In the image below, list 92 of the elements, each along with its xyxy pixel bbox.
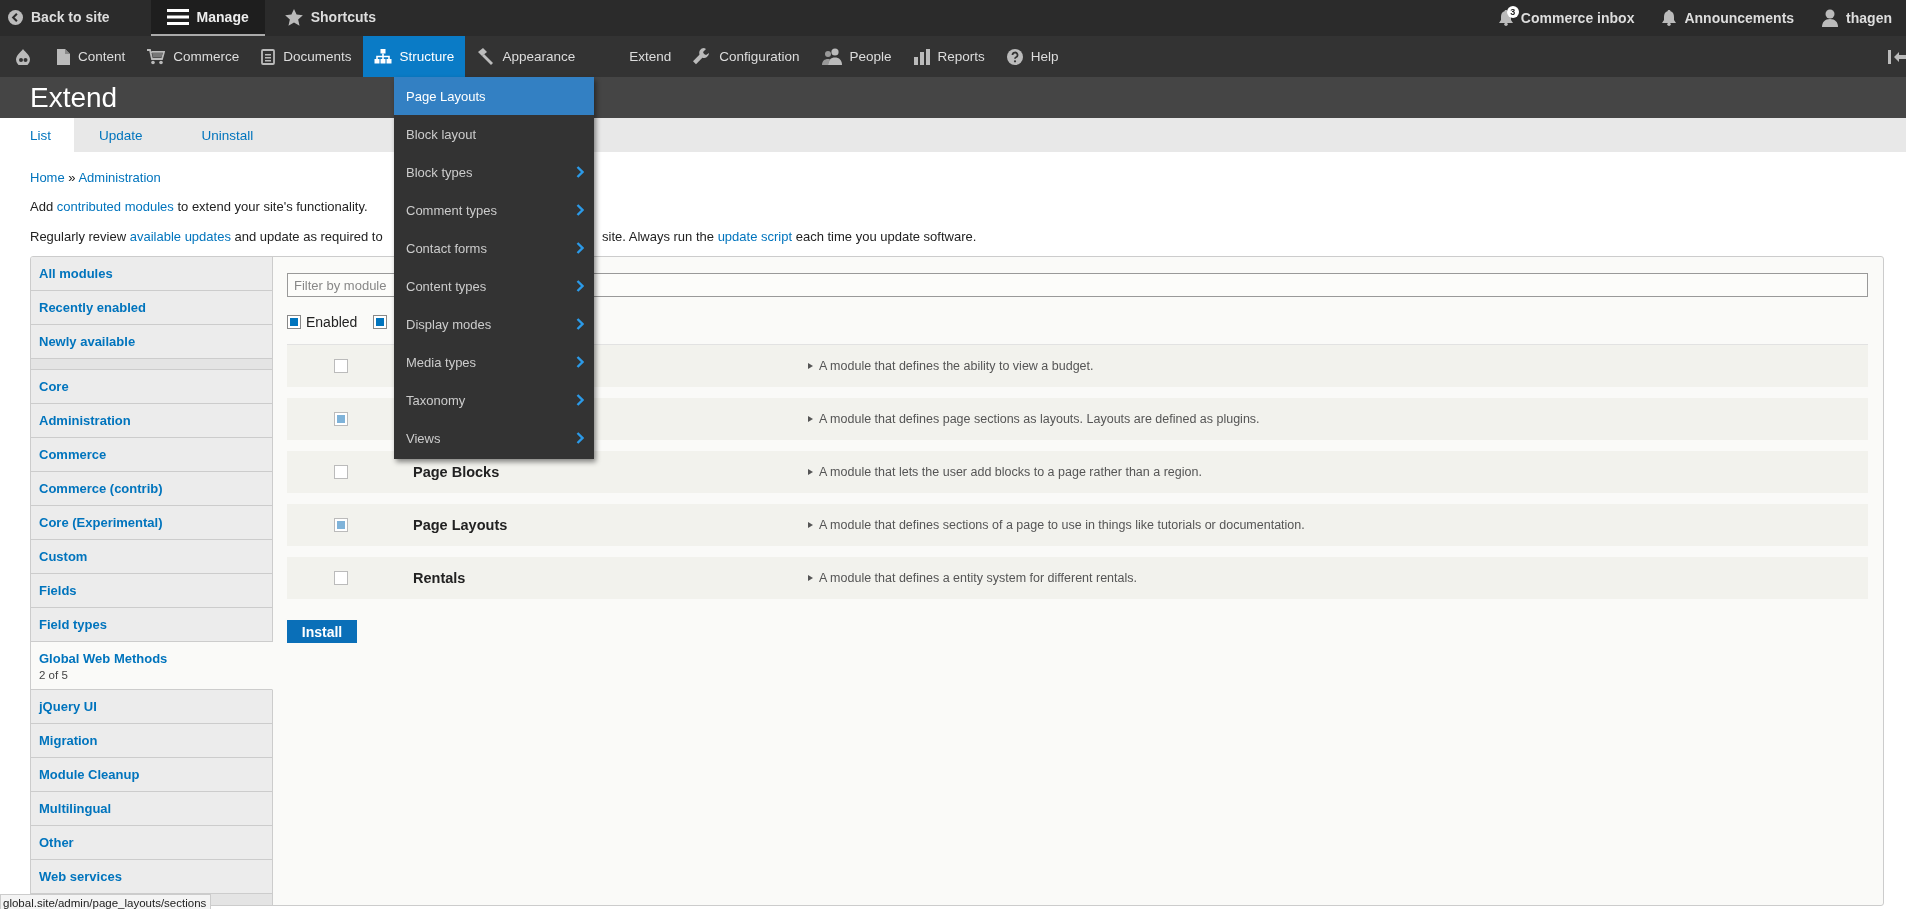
menu-item[interactable]: Page Layouts xyxy=(394,77,594,115)
module-name: Page Layouts xyxy=(413,517,509,533)
status-url: global.site/admin/page_layouts/sections xyxy=(0,894,212,909)
bar-chart-icon xyxy=(913,48,930,65)
menu-item[interactable]: Contact forms xyxy=(394,229,594,267)
toolbar-tab[interactable]: Shortcuts xyxy=(276,0,390,36)
breadcrumb: Home » Administration xyxy=(30,169,161,187)
checkbox[interactable] xyxy=(287,315,301,329)
intro-text: Add contributed modules to extend your site's functionality. xyxy=(30,198,368,216)
help-icon xyxy=(1006,48,1023,65)
toolbar-link[interactable]: 3 Commerce inbox xyxy=(1484,0,1649,36)
module-name: Page Blocks xyxy=(413,464,501,480)
module-description: A module that defines the ability to view a budget. xyxy=(819,359,1094,373)
text-link[interactable]: Administration xyxy=(78,170,161,185)
category-tab[interactable]: Commerce xyxy=(31,438,273,472)
checkbox[interactable] xyxy=(373,315,388,329)
checkbox-label: Enabled xyxy=(306,314,358,330)
module-checkbox[interactable] xyxy=(334,359,348,373)
category-tab[interactable]: Module Cleanup xyxy=(31,758,273,792)
drop-icon xyxy=(16,48,30,65)
disclosure-icon[interactable] xyxy=(808,416,813,422)
disclosure-icon[interactable] xyxy=(808,469,813,475)
category-tab[interactable]: Recently enabled xyxy=(31,291,273,325)
disclosure-icon[interactable] xyxy=(808,575,813,581)
menu-icon xyxy=(166,8,189,26)
menu-item[interactable]: Taxonomy xyxy=(394,381,594,419)
category-tab[interactable]: jQuery UI xyxy=(31,690,273,724)
module-name: Rentals xyxy=(413,570,467,586)
category-tab[interactable]: Custom xyxy=(31,540,273,574)
module-description: A module that defines page sections as layouts. Layouts are defined as plugins. xyxy=(819,412,1260,426)
tray-tab[interactable]: Documents xyxy=(250,36,363,77)
tray-tab[interactable]: Structure xyxy=(362,36,466,77)
module-description: A module that defines sections of a page to use in things like tutorials or documentation. xyxy=(819,518,1305,532)
category-tab[interactable]: Fields xyxy=(31,574,273,608)
document-icon xyxy=(261,48,276,65)
tray-tab[interactable]: People xyxy=(810,36,903,77)
file-icon xyxy=(57,48,70,65)
category-tab[interactable]: Core (Experimental) xyxy=(31,506,273,540)
tray-tab[interactable]: Appearance xyxy=(465,36,587,77)
disclosure-icon[interactable] xyxy=(808,522,813,528)
category-tab[interactable]: Core xyxy=(31,370,273,404)
disclosure-icon[interactable] xyxy=(808,363,813,369)
module-description: A module that defines a entity system for different rentals. xyxy=(819,571,1137,585)
people-icon xyxy=(821,48,842,65)
category-tab[interactable]: Other xyxy=(31,826,273,860)
tray-tab[interactable]: Extend xyxy=(586,36,683,77)
category-tab[interactable]: Global Web Methods 2 of 5 xyxy=(31,642,273,690)
star-icon xyxy=(284,8,303,26)
toolbar-tab[interactable]: Manage xyxy=(150,0,265,36)
toolbar-tab[interactable]: Back to site xyxy=(0,0,123,36)
toolbar-link[interactable]: Announcements xyxy=(1648,0,1809,36)
module-checkbox[interactable] xyxy=(334,465,348,479)
toolbar-link[interactable]: thagen xyxy=(1808,0,1906,36)
menu-item[interactable]: Media types xyxy=(394,343,594,381)
collapse-icon[interactable] xyxy=(1888,50,1906,64)
tray-tab[interactable]: Reports xyxy=(902,36,996,77)
menu-item[interactable]: Block layout xyxy=(394,115,594,153)
hammer-icon xyxy=(476,48,495,65)
install-button[interactable]: Install xyxy=(287,620,357,643)
tab[interactable]: List xyxy=(0,118,74,152)
sitemap-icon xyxy=(373,49,392,64)
tab[interactable]: Uninstall xyxy=(176,118,288,152)
category-tab[interactable]: Migration xyxy=(31,724,273,758)
tray-tab[interactable]: Configuration xyxy=(682,36,811,77)
category-tab[interactable]: Administration xyxy=(31,404,273,438)
category-tab[interactable]: Commerce (contrib) xyxy=(31,472,273,506)
text-link[interactable]: update script xyxy=(717,229,793,244)
tray-tab[interactable]: Content xyxy=(46,36,137,77)
notice-text: site. Always run the update script each time you update software. xyxy=(602,228,977,246)
menu-item[interactable]: Block types xyxy=(394,153,594,191)
user-icon xyxy=(1822,9,1839,27)
tray-tab[interactable]: Help xyxy=(995,36,1070,77)
module-checkbox[interactable] xyxy=(334,518,348,532)
module-checkbox[interactable] xyxy=(334,571,348,585)
module-description: A module that lets the user add blocks to a page rather than a region. xyxy=(819,465,1202,479)
text-link[interactable]: available updates xyxy=(129,229,231,244)
notice-text: Regularly review available updates and update as required to xyxy=(30,228,384,246)
menu-item[interactable]: Comment types xyxy=(394,191,594,229)
menu-item[interactable]: Views xyxy=(394,419,594,457)
text-link[interactable]: contributed modules xyxy=(56,199,174,214)
category-tab[interactable]: Multilingual xyxy=(31,792,273,826)
page-title: Extend xyxy=(30,82,118,114)
module-checkbox[interactable] xyxy=(334,412,348,426)
wrench-icon xyxy=(693,47,712,66)
cart-icon xyxy=(147,48,166,65)
category-tab[interactable]: All modules xyxy=(31,257,273,291)
text-link[interactable]: Home xyxy=(30,170,65,185)
back-icon xyxy=(8,9,23,25)
tab[interactable]: Update xyxy=(74,118,177,152)
tray-tab[interactable]: Commerce xyxy=(136,36,251,77)
bell-icon xyxy=(1662,10,1677,26)
menu-item[interactable]: Display modes xyxy=(394,305,594,343)
